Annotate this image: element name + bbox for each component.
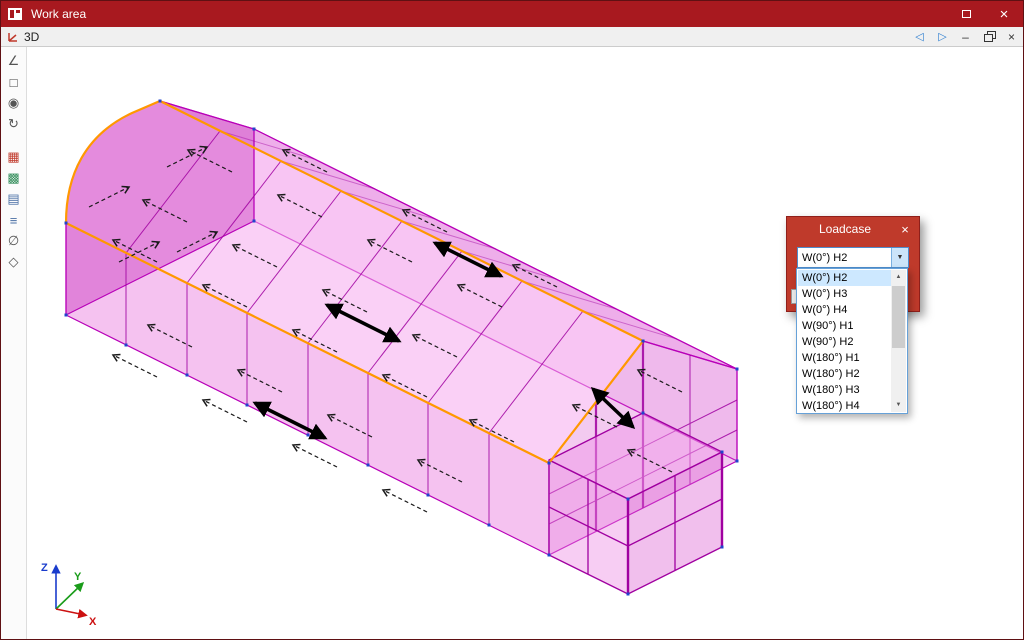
- window-titlebar[interactable]: Work area ×: [1, 1, 1023, 27]
- close-icon: ×: [999, 5, 1009, 23]
- loadcase-combobox-value: W(0°) H2: [802, 251, 848, 264]
- loadcase-option[interactable]: W(180°) H1: [798, 350, 891, 366]
- surface-display-icon[interactable]: ▩: [4, 169, 24, 187]
- loadcase-option[interactable]: W(90°) H1: [798, 318, 891, 334]
- loadcase-option[interactable]: W(0°) H3: [798, 286, 891, 302]
- dropdown-scrollbar[interactable]: ▲ ▼: [891, 270, 906, 412]
- dimension-3d-icon[interactable]: ◇: [4, 253, 24, 271]
- app-logo-icon: [7, 6, 23, 22]
- app-window: Work area × 3D ◁ ▷ – × ∠ □ ◉ ↻ ▦ ▩ ▤ ≡ ∅ ◇: [0, 0, 1024, 640]
- load-display-icon[interactable]: ▦: [4, 148, 24, 166]
- scroll-up-icon: ▲: [895, 274, 902, 280]
- viewport-3d-icon: [7, 31, 19, 43]
- axis-x-label: X: [89, 616, 97, 628]
- loadcase-combobox[interactable]: W(0°) H2 ▼: [797, 247, 909, 268]
- viewport-close-icon: ×: [1007, 29, 1015, 44]
- axis-y-label: Y: [74, 571, 82, 583]
- next-view-icon: ▷: [938, 31, 947, 43]
- orbit-rotate-icon[interactable]: ↻: [4, 115, 24, 133]
- restore-icon: [983, 31, 996, 42]
- prev-view-icon: ◁: [915, 31, 924, 43]
- angle-measure-icon[interactable]: ∠: [4, 52, 24, 70]
- ucs-triad-icon: Z Y X: [41, 562, 97, 628]
- viewport-close-button[interactable]: ×: [1000, 27, 1023, 46]
- scroll-down-icon: ▼: [895, 402, 902, 408]
- viewport-titlebar[interactable]: 3D ◁ ▷ – ×: [1, 27, 1023, 47]
- scrollbar-thumb[interactable]: [892, 286, 905, 348]
- minimize-icon: –: [962, 29, 969, 44]
- loadcase-close-button[interactable]: ×: [897, 222, 913, 237]
- combobox-dropdown-button[interactable]: ▼: [891, 248, 908, 267]
- prev-view-button[interactable]: ◁: [908, 27, 931, 46]
- loadcase-option[interactable]: W(0°) H2: [798, 270, 891, 286]
- loadcase-option[interactable]: W(180°) H2: [798, 366, 891, 382]
- table-view-icon[interactable]: ▤: [4, 190, 24, 208]
- viewport-tab-label: 3D: [24, 29, 40, 44]
- left-toolbar: ∠ □ ◉ ↻ ▦ ▩ ▤ ≡ ∅ ◇: [1, 47, 27, 639]
- loadcase-option[interactable]: W(180°) H4: [798, 398, 891, 412]
- loadcase-option-list: W(0°) H2 W(0°) H3 W(0°) H4 W(90°) H1 W(90°) …: [798, 270, 891, 412]
- loadcase-option[interactable]: W(0°) H4: [798, 302, 891, 318]
- loadcase-dropdown-list: W(0°) H2 W(0°) H3 W(0°) H4 W(90°) H1 W(90°) …: [796, 268, 908, 414]
- viewport-restore-button[interactable]: [977, 27, 1000, 46]
- loadcase-option[interactable]: W(90°) H2: [798, 334, 891, 350]
- maximize-icon: [961, 10, 971, 18]
- wireframe-cube-icon[interactable]: □: [4, 73, 24, 91]
- next-view-button[interactable]: ▷: [931, 27, 954, 46]
- loadcase-dialog-title: Loadcase: [818, 222, 872, 236]
- scroll-up-button[interactable]: ▲: [891, 270, 906, 284]
- loadcase-option[interactable]: W(180°) H3: [798, 382, 891, 398]
- chevron-down-icon: ▼: [896, 254, 904, 261]
- loadcase-dialog-header[interactable]: Loadcase ×: [787, 217, 919, 241]
- viewport-minimize-button[interactable]: –: [954, 27, 977, 46]
- axis-z-label: Z: [41, 562, 48, 574]
- loadcase-close-icon: ×: [901, 221, 909, 237]
- hide-objects-icon[interactable]: ∅: [4, 232, 24, 250]
- visibility-eye-icon[interactable]: ◉: [4, 94, 24, 112]
- scroll-down-button[interactable]: ▼: [891, 398, 906, 412]
- layers-icon[interactable]: ≡: [4, 211, 24, 229]
- window-title: Work area: [31, 7, 87, 21]
- maximize-button[interactable]: [947, 1, 985, 27]
- close-button[interactable]: ×: [985, 1, 1023, 27]
